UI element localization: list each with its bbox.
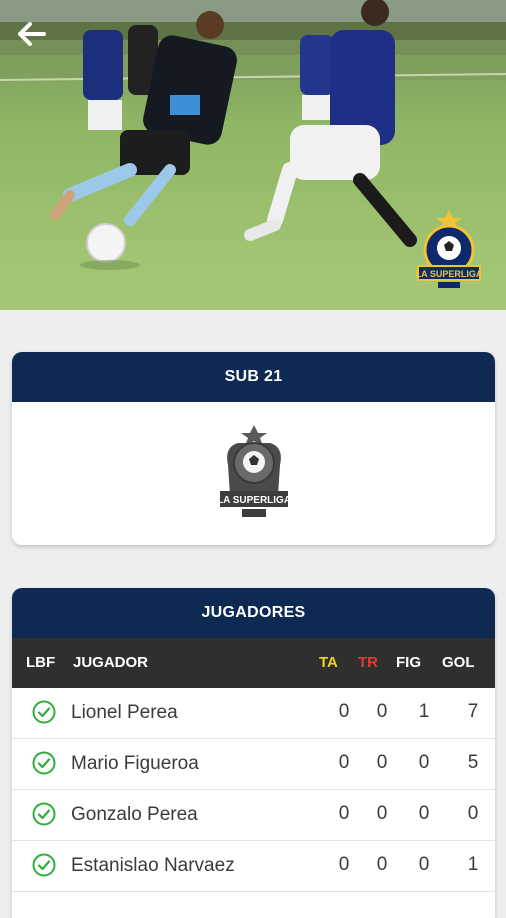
col-fig: FIG <box>396 654 421 671</box>
table-row[interactable]: Lionel Perea 0 0 1 7 <box>12 688 495 739</box>
player-gol: 7 <box>467 701 479 722</box>
player-tr: 0 <box>376 803 388 824</box>
arrow-left-icon <box>18 22 46 46</box>
table-row[interactable]: Estanislao Narvaez 0 0 0 1 <box>12 841 495 892</box>
check-circle-icon <box>32 700 56 724</box>
player-fig: 0 <box>418 752 430 773</box>
player-name: Estanislao Narvaez <box>71 855 235 876</box>
player-name: Lionel Perea <box>71 702 178 723</box>
player-name: Gonzalo Perea <box>71 804 198 825</box>
check-circle-icon <box>32 853 56 877</box>
player-ta: 0 <box>338 803 350 824</box>
category-title: SUB 21 <box>12 352 495 402</box>
player-ta: 0 <box>338 701 350 722</box>
player-fig: 0 <box>418 854 430 875</box>
col-lbf: LBF <box>26 654 56 671</box>
player-name: Mario Figueroa <box>71 753 199 774</box>
team-logo: LA SUPERLIGA <box>218 424 290 517</box>
hero-image: LA SUPERLIGA <box>0 0 506 310</box>
player-gol: 5 <box>467 752 479 773</box>
player-gol: 0 <box>467 803 479 824</box>
col-player: JUGADOR <box>73 654 149 671</box>
team-card: SUB 21 LA SUPERLIGA <box>12 352 495 545</box>
players-title: JUGADORES <box>12 588 495 638</box>
col-tr: TR <box>358 654 378 671</box>
table-row[interactable]: Mario Figueroa 0 0 0 5 <box>12 739 495 790</box>
hero-logo-text: LA SUPERLIGA <box>416 269 483 279</box>
players-card: JUGADORES LBF JUGADOR TA TR FIG GOL Lion… <box>12 588 495 918</box>
player-gol: 1 <box>467 854 479 875</box>
table-row[interactable]: Gonzalo Perea 0 0 0 0 <box>12 790 495 841</box>
player-tr: 0 <box>376 752 388 773</box>
team-logo-text: LA SUPERLIGA <box>218 495 290 506</box>
players-table-header: LBF JUGADOR TA TR FIG GOL <box>12 638 495 688</box>
league-logo-badge: LA SUPERLIGA <box>414 208 484 292</box>
player-fig: 1 <box>418 701 430 722</box>
player-ta: 0 <box>338 854 350 875</box>
player-tr: 0 <box>376 854 388 875</box>
back-button[interactable] <box>18 22 54 58</box>
player-ta: 0 <box>338 752 350 773</box>
player-fig: 0 <box>418 803 430 824</box>
players-table-body: Lionel Perea 0 0 1 7 Mario Figueroa 0 0 … <box>12 688 495 892</box>
check-circle-icon <box>32 802 56 826</box>
team-logo-area: LA SUPERLIGA <box>12 402 495 545</box>
col-gol: GOL <box>442 654 475 671</box>
col-ta: TA <box>319 654 338 671</box>
player-tr: 0 <box>376 701 388 722</box>
check-circle-icon <box>32 751 56 775</box>
